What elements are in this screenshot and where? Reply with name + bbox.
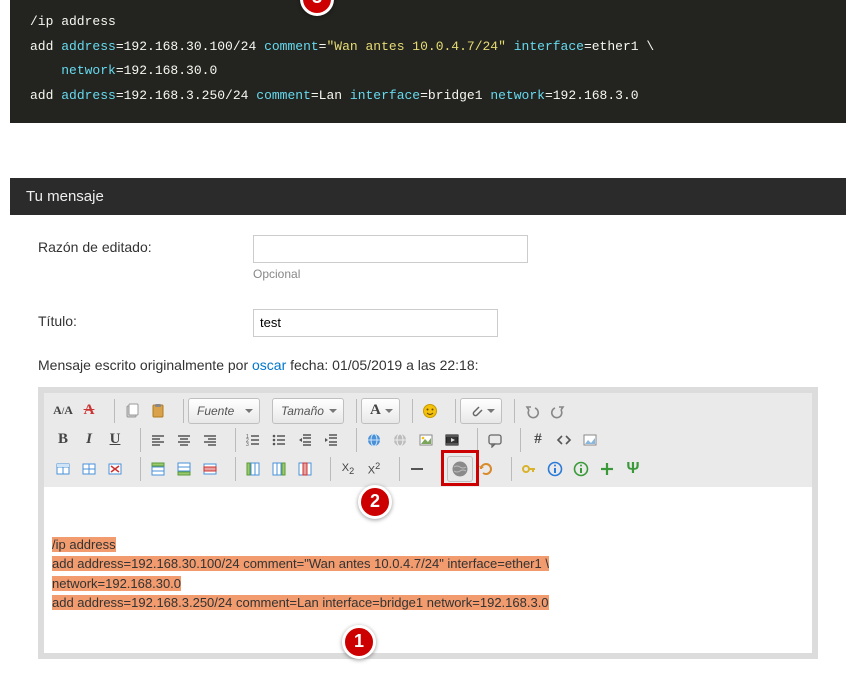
row-above-button[interactable] [145,456,171,482]
medical-button[interactable] [594,456,620,482]
indent-button[interactable] [318,427,344,453]
edit-form: Razón de editado: Opcional Título: Mensa… [10,215,846,669]
code-line: add address=192.168.3.250/24 comment=Lan… [30,84,826,109]
link-button[interactable] [361,427,387,453]
psi-button[interactable]: Ψ [620,456,646,482]
copy-button[interactable] [119,398,145,424]
editor-toolbar: A/A A Fuente Tamaño A [44,393,812,487]
italic-button[interactable]: I [76,427,102,453]
table-button[interactable] [50,456,76,482]
clear-format-button[interactable]: A [76,398,102,424]
editor-text-line: add address=192.168.3.250/24 comment=Lan… [52,595,549,610]
panel-header: Tu mensaje [10,178,846,215]
col-right-button[interactable] [266,456,292,482]
col-delete-button[interactable] [292,456,318,482]
attachment-combo[interactable] [460,398,502,424]
label-title: Título: [38,309,253,329]
toolbar-row-3: X2 X2 Ψ [50,456,806,482]
toolbar-row-2: B I U 123 [50,427,806,453]
unlink-button[interactable] [387,427,413,453]
align-right-button[interactable] [197,427,223,453]
info-blue-button[interactable] [542,456,568,482]
label-edit-reason: Razón de editado: [38,235,253,255]
font-color-button[interactable]: A/A [50,398,76,424]
undo-button[interactable] [519,398,545,424]
bold-button[interactable]: B [50,427,76,453]
hash-button[interactable]: # [525,427,551,453]
code-line: add address=192.168.30.100/24 comment="W… [30,35,826,60]
table-props-button[interactable] [76,456,102,482]
input-edit-reason[interactable] [253,235,528,263]
paste-button[interactable] [145,398,171,424]
ordered-list-button[interactable]: 123 [240,427,266,453]
hr-button[interactable] [404,456,430,482]
helper-optional: Opcional [253,267,818,281]
editor-text-line: network=192.168.30.0 [52,576,181,591]
author-link[interactable]: oscar [252,357,286,373]
align-center-button[interactable] [171,427,197,453]
annotation-2: 2 [358,485,392,519]
code-token: /ip address [30,14,116,29]
row-title: Título: [38,309,818,337]
text-color-combo[interactable]: A [361,398,400,424]
code-button[interactable] [551,427,577,453]
row-delete-button[interactable] [197,456,223,482]
annotation-1: 1 [342,625,376,659]
video-button[interactable] [439,427,465,453]
table-delete-button[interactable] [102,456,128,482]
outdent-button[interactable] [292,427,318,453]
emoji-button[interactable] [417,398,443,424]
editor-text-line: /ip address [52,537,116,552]
unordered-list-button[interactable] [266,427,292,453]
code-block: 3 /ip address add address=192.168.30.100… [10,0,846,123]
toolbar-row-1: A/A A Fuente Tamaño A [50,398,806,424]
redo-button[interactable] [545,398,571,424]
underline-button[interactable]: U [102,427,128,453]
key-button[interactable] [516,456,542,482]
refresh-orange-button[interactable] [473,456,499,482]
quote-button[interactable] [482,427,508,453]
svg-text:3: 3 [246,442,249,448]
insert-image2-button[interactable] [577,427,603,453]
input-title[interactable] [253,309,498,337]
rich-text-editor: A/A A Fuente Tamaño A [38,387,818,659]
row-below-button[interactable] [171,456,197,482]
info-green-button[interactable] [568,456,594,482]
code-line: /ip address [30,10,826,35]
editor-text-line: add address=192.168.30.100/24 comment="W… [52,556,549,571]
align-left-button[interactable] [145,427,171,453]
code-line: network=192.168.30.0 [30,59,826,84]
superscript-button[interactable]: X2 [361,456,387,482]
subscript-button[interactable]: X2 [335,456,361,482]
row-edit-reason: Razón de editado: Opcional [38,235,818,281]
globe-gray-button[interactable] [447,456,473,482]
editor-content[interactable]: 1 /ip address add address=192.168.30.100… [44,487,812,653]
font-family-combo[interactable]: Fuente [188,398,260,424]
font-size-combo[interactable]: Tamaño [272,398,344,424]
col-left-button[interactable] [240,456,266,482]
image-button[interactable] [413,427,439,453]
original-author-line: Mensaje escrito originalmente por oscar … [38,357,818,373]
